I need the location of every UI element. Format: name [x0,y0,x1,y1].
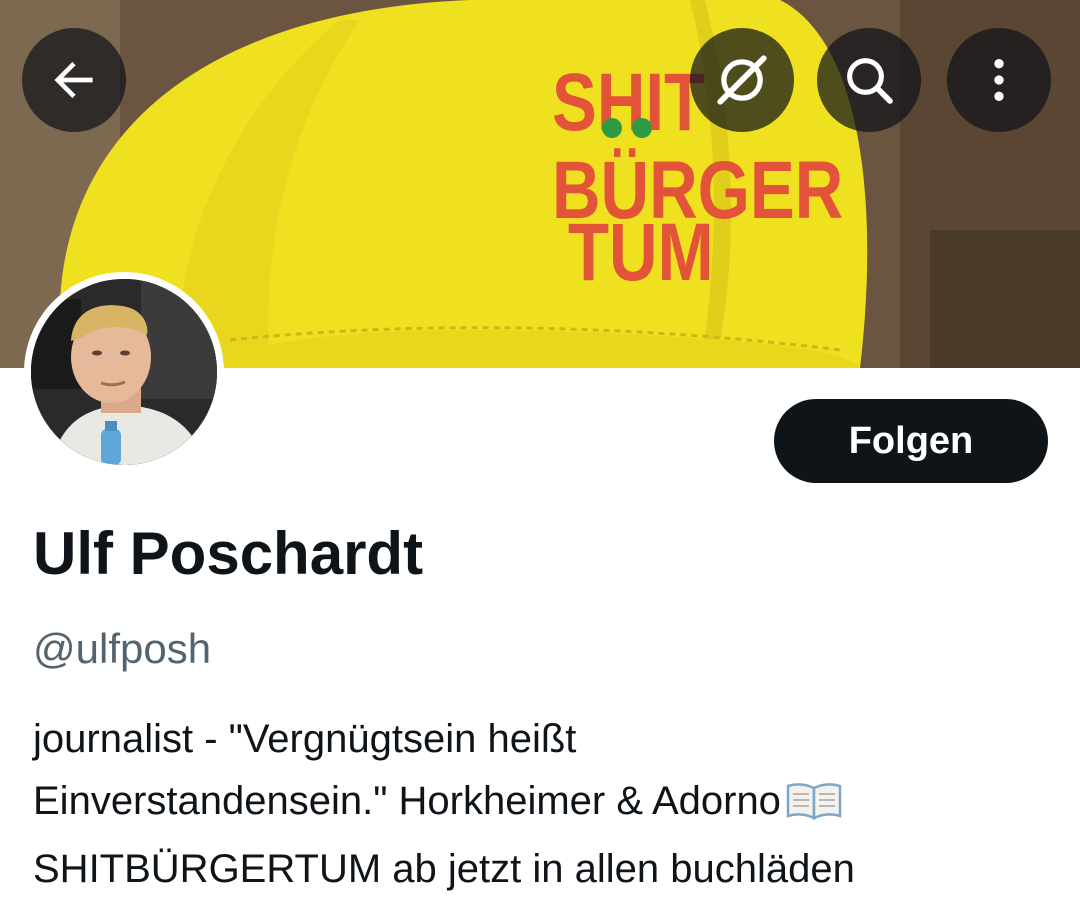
search-button[interactable] [817,28,921,132]
cap-text-line3: TUM [568,206,714,298]
search-icon [847,58,893,104]
display-name: Ulf Poschardt [33,520,424,587]
avatar[interactable] [24,272,224,472]
bio-line-2: Einverstandensein." Horkheimer & Adorno [33,779,781,823]
follow-button[interactable]: Folgen [774,399,1048,483]
user-handle: @ulfposh [33,625,212,672]
arrow-left-icon [54,62,93,98]
more-button[interactable] [947,28,1051,132]
bio-line-3: SHITBÜRGERTUM ab jetzt in allen buchläde… [33,847,855,891]
bio-line-1: journalist - "Vergnügtsein heißt [33,717,577,761]
profile-page: SHIT BÜRGER TUM Folgen Ulf Poschardt @ul… [0,0,1080,912]
open-book-icon [785,776,843,838]
profile-bio: journalist - "Vergnügtsein heißt Einvers… [33,708,1043,900]
bio-line-2-wrap: Einverstandensein." Horkheimer & Adorno [33,770,1043,838]
back-button[interactable] [22,28,126,132]
more-vertical-icon [994,59,1004,101]
cap-text-line1: SHIT [552,56,705,148]
avatar-image [31,279,217,465]
grok-icon [717,55,767,105]
grok-button[interactable] [690,28,794,132]
